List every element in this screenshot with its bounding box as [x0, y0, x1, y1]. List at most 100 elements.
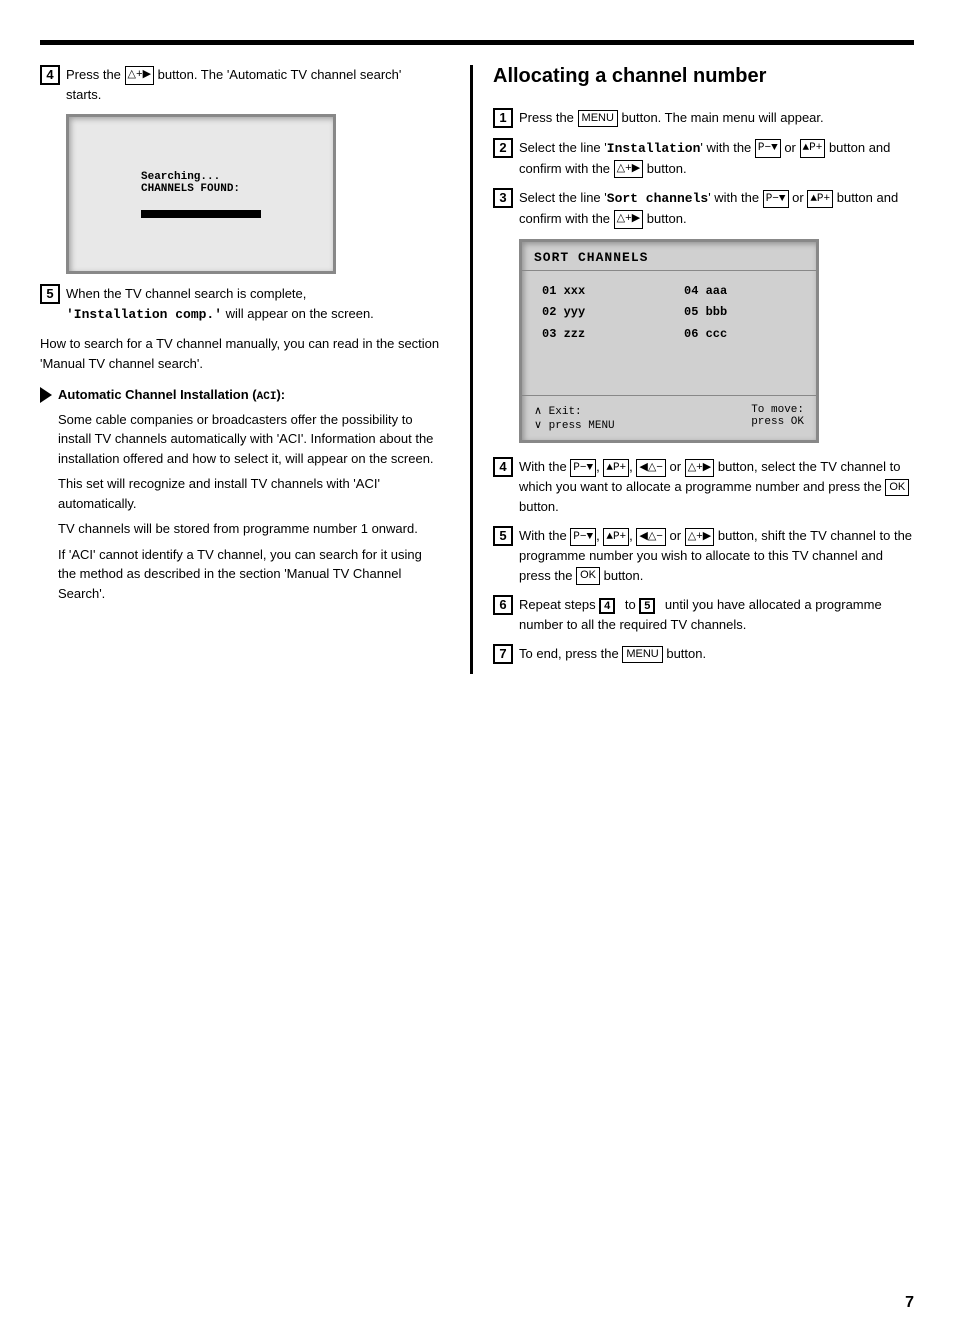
right-step-1-row: 1 Press the MENU button. The main menu w… — [493, 108, 914, 128]
r-s4-t3: , — [629, 459, 636, 474]
r-s2-btn2[interactable]: ▲P+ — [800, 139, 826, 158]
r-s5-ok[interactable]: OK — [576, 567, 600, 584]
step-4-row: 4 Press the △+▶ button. The 'Automatic T… — [40, 65, 440, 104]
r-s5-t2: , — [596, 528, 603, 543]
right-step-4-row: 4 With the P−▼, ▲P+, ◀△− or △+▶ button, … — [493, 457, 914, 516]
sort-footer-right: To move: press OK — [751, 404, 804, 432]
r-s3-mid2: or — [789, 190, 808, 205]
r-s4-b4[interactable]: △+▶ — [685, 459, 715, 478]
step5-text-before: When the TV channel search is complete, — [66, 286, 306, 301]
r-s2-end: button. — [643, 161, 686, 176]
r-s6-ref4: 4 — [599, 598, 615, 614]
aci-para4: If 'ACI' cannot identify a TV channel, y… — [58, 545, 440, 604]
right-step-2-content: Select the line 'Installation' with the … — [519, 138, 914, 178]
progress-bar — [141, 210, 261, 218]
r-s5-b3[interactable]: ◀△− — [636, 528, 666, 547]
r-s7-t1: To end, press the — [519, 646, 622, 661]
aci-content: Automatic Channel Installation (ACI): So… — [58, 385, 440, 603]
r-s2-btn3[interactable]: △+▶ — [614, 160, 644, 179]
r-s2-code: Installation — [607, 141, 701, 156]
r-s3-btn3[interactable]: △+▶ — [614, 210, 644, 229]
r-s5-end: button. — [600, 568, 643, 583]
r-s3-btn2[interactable]: ▲P+ — [807, 190, 833, 209]
r-step1-menu-btn[interactable]: MENU — [578, 110, 618, 127]
r-s3-before: Select the line ' — [519, 190, 607, 205]
sort-footer-move: To move: — [751, 404, 804, 416]
sort-screen-body: 01 xxx 02 yyy 03 zzz 04 aaa 05 bbb 06 cc… — [522, 271, 816, 356]
r-step1-after: button. The main menu will appear. — [618, 110, 824, 125]
right-step-3-row: 3 Select the line 'Sort channels' with t… — [493, 188, 914, 228]
right-step-1-content: Press the MENU button. The main menu wil… — [519, 108, 914, 128]
right-step-6-content: Repeat steps 4 to 5 until you have alloc… — [519, 595, 914, 634]
r-s6-ref5: 5 — [639, 598, 655, 614]
step-4-box: 4 — [40, 65, 60, 85]
sort-screen-footer: ∧ Exit: ∨ press MENU To move: press OK — [522, 395, 816, 440]
sort-item-6: 06 ccc — [684, 324, 796, 346]
r-s4-b2[interactable]: ▲P+ — [603, 459, 629, 478]
r-s7-menu-btn[interactable]: MENU — [622, 646, 662, 663]
r-s5-t1: With the — [519, 528, 570, 543]
right-step-5-content: With the P−▼, ▲P+, ◀△− or △+▶ button, sh… — [519, 526, 914, 585]
tv-screen-searching: Searching... CHANNELS FOUND: — [66, 114, 336, 274]
r-s4-t2: , — [596, 459, 603, 474]
step4-text-before: Press the — [66, 67, 125, 82]
r-s4-b1[interactable]: P−▼ — [570, 459, 596, 478]
sort-col-left: 01 xxx 02 yyy 03 zzz — [542, 281, 654, 346]
r-s5-b2[interactable]: ▲P+ — [603, 528, 629, 547]
right-step-3-content: Select the line 'Sort channels' with the… — [519, 188, 914, 228]
r-s4-t1: With the — [519, 459, 570, 474]
r-s3-btn1[interactable]: P−▼ — [763, 190, 789, 209]
sort-item-5: 05 bbb — [684, 302, 796, 324]
r-s5-t3: , — [629, 528, 636, 543]
r-s4-ok[interactable]: OK — [885, 479, 909, 496]
r-s2-mid: ' with the — [700, 140, 755, 155]
sort-footer-left: ∧ Exit: ∨ press MENU — [534, 404, 615, 432]
sort-channels-screen: SORT CHANNELS 01 xxx 02 yyy 03 zzz 04 aa… — [519, 239, 819, 444]
page-number: 7 — [905, 1294, 914, 1312]
r-s5-b1[interactable]: P−▼ — [570, 528, 596, 547]
content-area: 4 Press the △+▶ button. The 'Automatic T… — [0, 45, 954, 714]
right-step-5-row: 5 With the P−▼, ▲P+, ◀△− or △+▶ button, … — [493, 526, 914, 585]
r-s2-before: Select the line ' — [519, 140, 607, 155]
sort-item-3: 03 zzz — [542, 324, 654, 346]
aci-para1: Some cable companies or broadcasters off… — [58, 410, 440, 469]
manual-note: How to search for a TV channel manually,… — [40, 334, 440, 373]
r-s5-b4[interactable]: △+▶ — [685, 528, 715, 547]
right-step-7-box: 7 — [493, 644, 513, 664]
right-step-5-box: 5 — [493, 526, 513, 546]
right-step-4-content: With the P−▼, ▲P+, ◀△− or △+▶ button, se… — [519, 457, 914, 516]
section-heading: Allocating a channel number — [493, 65, 914, 94]
step5-text-after: will appear on the screen. — [222, 306, 374, 321]
step-5-content: When the TV channel search is complete, … — [66, 284, 440, 324]
right-step-7-content: To end, press the MENU button. — [519, 644, 914, 664]
step4-button[interactable]: △+▶ — [125, 66, 155, 85]
right-column: Allocating a channel number 1 Press the … — [470, 65, 914, 674]
aci-para3: TV channels will be stored from programm… — [58, 519, 440, 539]
r-step1-before: Press the — [519, 110, 578, 125]
r-s4-t4: or — [666, 459, 685, 474]
right-step-2-row: 2 Select the line 'Installation' with th… — [493, 138, 914, 178]
aci-note: Automatic Channel Installation (ACI): So… — [40, 385, 440, 603]
searching-line2: CHANNELS FOUND: — [141, 183, 261, 195]
sort-screen-title: SORT CHANNELS — [522, 242, 816, 271]
r-s3-code: Sort channels — [607, 191, 708, 206]
right-step-6-box: 6 — [493, 595, 513, 615]
sort-item-2: 02 yyy — [542, 302, 654, 324]
right-step-3-box: 3 — [493, 188, 513, 208]
sort-footer-exit: ∧ Exit: — [534, 404, 615, 418]
page: 4 Press the △+▶ button. The 'Automatic T… — [0, 40, 954, 1342]
aci-triangle-icon — [40, 387, 52, 403]
r-s2-mid2: or — [781, 140, 800, 155]
r-s5-t4: or — [666, 528, 685, 543]
step5-code: 'Installation comp.' — [66, 307, 222, 322]
aci-title: Automatic Channel Installation (ACI): — [58, 385, 440, 406]
r-s4-end: button. — [519, 499, 559, 514]
sort-col-right: 04 aaa 05 bbb 06 ccc — [684, 281, 796, 346]
right-step-7-row: 7 To end, press the MENU button. — [493, 644, 914, 664]
right-step-1-box: 1 — [493, 108, 513, 128]
r-s4-b3[interactable]: ◀△− — [636, 459, 666, 478]
sort-footer-menu: ∨ press MENU — [534, 418, 615, 432]
r-s7-t2: button. — [663, 646, 706, 661]
tv-screen-inner: Searching... CHANNELS FOUND: — [131, 161, 271, 228]
r-s2-btn1[interactable]: P−▼ — [755, 139, 781, 158]
